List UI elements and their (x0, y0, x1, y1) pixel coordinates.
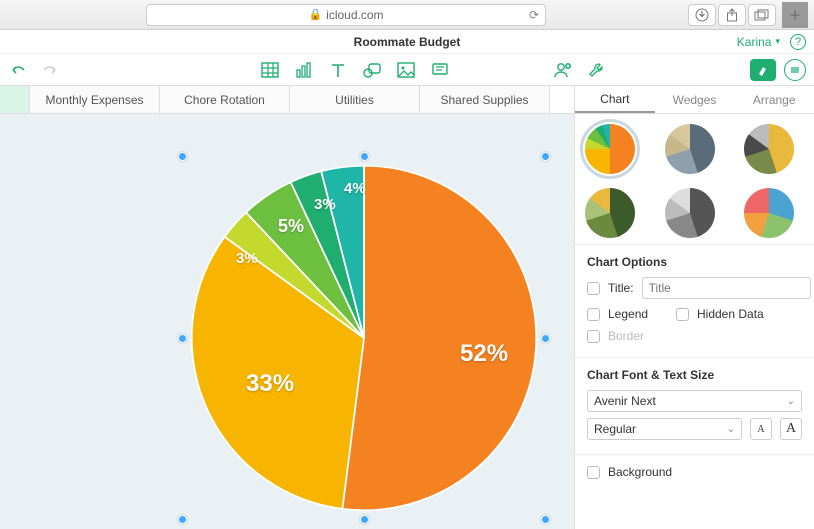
font-family-select[interactable]: Avenir Next⌄ (587, 390, 802, 412)
title-checkbox[interactable] (587, 282, 600, 295)
resize-handle[interactable] (178, 152, 187, 161)
undo-button[interactable] (8, 60, 28, 80)
tabs-button[interactable] (748, 4, 776, 26)
chart-style-thumb[interactable] (744, 124, 794, 174)
background-section: Background (575, 455, 814, 493)
url-host: icloud.com (326, 8, 383, 22)
chart-style-thumb[interactable] (665, 124, 715, 174)
sheet-tab[interactable]: Shared Supplies (420, 86, 550, 113)
user-menu[interactable]: Karina ▾ (737, 35, 780, 49)
resize-handle[interactable] (541, 515, 550, 524)
background-label: Background (608, 465, 672, 479)
chart-style-grid (575, 114, 814, 245)
font-smaller-button[interactable]: A (750, 418, 772, 440)
redo-button[interactable] (40, 60, 60, 80)
newtab-button[interactable]: ＋ (782, 2, 808, 28)
insert-group (260, 60, 450, 80)
title-label: Title: (608, 281, 634, 295)
chart-style-thumb[interactable] (744, 188, 794, 238)
legend-label: Legend (608, 307, 668, 321)
url-field[interactable]: 🔒 icloud.com ⟳ (146, 4, 546, 26)
inspector-tab-wedges[interactable]: Wedges (655, 86, 735, 113)
lock-icon: 🔒 (308, 8, 322, 21)
format-button[interactable] (750, 59, 776, 81)
resize-handle[interactable] (360, 152, 369, 161)
inspector-tab-arrange[interactable]: Arrange (734, 86, 814, 113)
title-input[interactable] (642, 277, 811, 299)
tabs-icon (754, 9, 770, 21)
resize-handle[interactable] (360, 515, 369, 524)
chart-style-thumb[interactable] (585, 124, 635, 174)
chart-options-section: Chart Options Title: Legend Hidden Data … (575, 245, 814, 358)
tools-button[interactable] (586, 60, 606, 80)
chevron-down-icon: ▾ (775, 36, 780, 47)
collaborate-button[interactable] (552, 60, 572, 80)
sheet-tab[interactable]: Utilities (290, 86, 420, 113)
border-label: Border (608, 329, 644, 343)
resize-handle[interactable] (178, 515, 187, 524)
section-title: Chart Options (587, 255, 802, 269)
share-icon (726, 8, 738, 22)
downloads-button[interactable] (688, 4, 716, 26)
share-button[interactable] (718, 4, 746, 26)
toolbar-right (552, 59, 806, 81)
sheet-tab[interactable]: Chore Rotation (160, 86, 290, 113)
section-title: Chart Font & Text Size (587, 368, 802, 382)
browser-bar: 🔒 icloud.com ⟳ ＋ (0, 0, 814, 30)
refresh-icon[interactable]: ⟳ (529, 8, 539, 22)
table-button[interactable] (260, 60, 280, 80)
chart-style-thumb[interactable] (665, 188, 715, 238)
chart-font-section: Chart Font & Text Size Avenir Next⌄ Regu… (575, 358, 814, 455)
resize-handle[interactable] (541, 334, 550, 343)
doc-title: Roommate Budget (354, 35, 461, 49)
border-checkbox[interactable] (587, 330, 600, 343)
chevron-down-icon: ⌄ (787, 396, 795, 407)
help-button[interactable]: ? (790, 34, 806, 50)
chart-button[interactable] (294, 60, 314, 80)
shape-button[interactable] (362, 60, 382, 80)
text-button[interactable] (328, 60, 348, 80)
selection-box (182, 156, 546, 520)
media-button[interactable] (396, 60, 416, 80)
resize-handle[interactable] (541, 152, 550, 161)
resize-handle[interactable] (178, 334, 187, 343)
hidden-data-checkbox[interactable] (676, 308, 689, 321)
organize-button[interactable] (784, 59, 806, 81)
inspector-tab-chart[interactable]: Chart (575, 86, 655, 113)
sheet-tab[interactable]: Monthly Expenses (30, 86, 160, 113)
hidden-data-label: Hidden Data (697, 307, 764, 321)
font-weight-select[interactable]: Regular⌄ (587, 418, 742, 440)
undo-redo-group (8, 60, 60, 80)
chevron-down-icon: ⌄ (727, 424, 735, 435)
font-larger-button[interactable]: A (780, 418, 802, 440)
title-row: Roommate Budget Karina ▾ ? (0, 30, 814, 54)
chart-style-thumb[interactable] (585, 188, 635, 238)
comment-button[interactable] (430, 60, 450, 80)
format-inspector: Chart Wedges Arrange Chart Options Title… (574, 86, 814, 529)
legend-checkbox[interactable] (587, 308, 600, 321)
inspector-tabs: Chart Wedges Arrange (575, 86, 814, 114)
browser-right-controls: ＋ (688, 2, 808, 28)
user-name: Karina (737, 35, 772, 49)
add-sheet-button[interactable] (0, 86, 30, 113)
background-checkbox[interactable] (587, 466, 600, 479)
toolbar (0, 54, 814, 86)
download-icon (695, 8, 709, 22)
